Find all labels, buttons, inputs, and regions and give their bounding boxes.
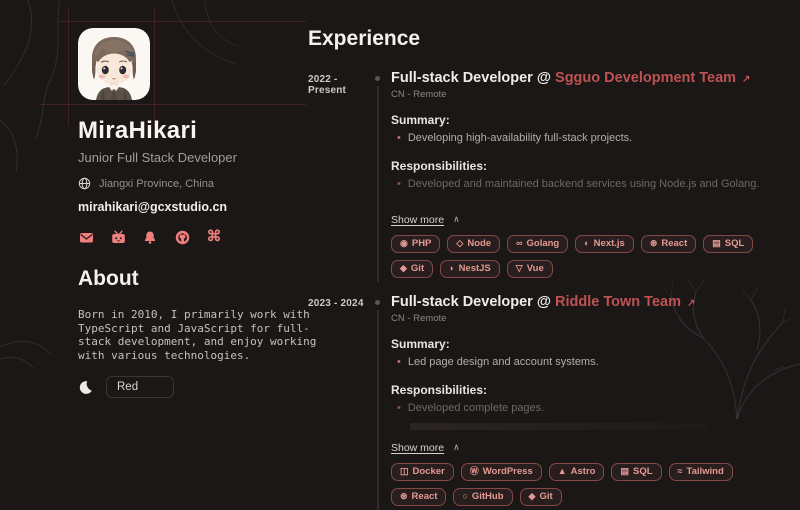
company-link[interactable]: Sgguo Development Team (555, 70, 736, 86)
profile-name: MiraHikari (78, 117, 310, 145)
timeline (368, 70, 388, 278)
chevron-up-icon: ∧ (453, 214, 460, 225)
company-link[interactable]: Riddle Town Team (555, 294, 681, 310)
profile-location: Jiangxi Province, China (99, 178, 214, 190)
command-icon[interactable]: ⌘ (206, 229, 222, 245)
git-icon: ◆ (529, 492, 536, 501)
avatar (78, 28, 150, 100)
timeline (368, 294, 388, 506)
show-more-toggle[interactable]: Show more ∧ (391, 214, 460, 226)
job-location: CN - Remote (391, 313, 790, 324)
bell-icon[interactable] (142, 229, 158, 245)
summary-label: Summary: (391, 337, 790, 351)
astro-icon: ▲ (558, 467, 567, 476)
node-icon: ◇ (456, 239, 463, 248)
show-more-toggle[interactable]: Show more ∧ (391, 442, 460, 454)
tag-react[interactable]: ⊛React (641, 235, 696, 253)
experience-entry: 2023 - 2024 Full-stack Developer @ Riddl… (308, 294, 790, 506)
sql-icon: ▤ (620, 467, 629, 476)
react-icon: ⊛ (400, 492, 408, 501)
external-link-icon: ↗ (742, 74, 750, 85)
bullet-icon: • (397, 132, 401, 146)
responsibility-item: • Developed and maintained backend servi… (391, 178, 790, 192)
about-text: Born in 2010, I primarily work with Type… (78, 308, 325, 362)
tag-list: ◫Docker ⓌWordPress ▲Astro ▤SQL ≈Tailwind ⊛Rea… (391, 463, 759, 506)
mail-icon[interactable] (78, 229, 94, 245)
profile-sidebar: MiraHikari Junior Full Stack Developer J… (0, 0, 310, 419)
tag-react[interactable]: ⊛React (391, 488, 446, 506)
bullet-icon: • (397, 402, 401, 416)
about-heading: About (78, 267, 310, 291)
job-title: Full-stack Developer @ Riddle Town Team↗ (391, 294, 790, 311)
tag-astro[interactable]: ▲Astro (549, 463, 605, 481)
git-icon: ◆ (400, 264, 407, 273)
nextjs-icon: ◐ (584, 239, 589, 248)
moon-icon[interactable] (78, 380, 93, 395)
theme-select[interactable]: Red (106, 376, 174, 398)
tag-next-js[interactable]: ◐Next.js (575, 235, 634, 253)
faded-content-hint (410, 423, 710, 430)
tag-nestjs[interactable]: ◗NestJS (440, 260, 500, 278)
summary-item: • Developing high-availability full-stac… (391, 132, 790, 146)
tag-tailwind[interactable]: ≈Tailwind (669, 463, 733, 481)
tag-php[interactable]: ◉PHP (391, 235, 440, 253)
php-icon: ◉ (400, 239, 408, 248)
job-location: CN - Remote (391, 89, 790, 100)
crop-mark-bottom (40, 104, 306, 105)
react-icon: ⊛ (650, 239, 658, 248)
tag-wordpress[interactable]: ⓌWordPress (461, 463, 542, 481)
tag-github[interactable]: ○GitHub (453, 488, 512, 506)
entry-period: 2022 - Present (308, 70, 368, 278)
golang-icon: ∞ (516, 239, 522, 248)
summary-item: • Led page design and account systems. (391, 356, 790, 370)
tag-list: ◉PHP ◇Node ∞Golang ◐Next.js ⊛React ▤SQL ◆Git ◗N… (391, 235, 759, 278)
tailwind-icon: ≈ (678, 467, 683, 476)
experience-entry: 2022 - Present Full-stack Developer @ Sg… (308, 70, 790, 278)
timeline-line (377, 310, 379, 510)
tag-sql[interactable]: ▤SQL (703, 235, 753, 253)
crop-mark-top (58, 21, 306, 22)
tag-node[interactable]: ◇Node (447, 235, 500, 253)
wordpress-icon: Ⓦ (470, 467, 479, 476)
responsibility-item: • Developed complete pages. (391, 402, 790, 416)
bilibili-icon[interactable] (110, 229, 126, 245)
nestjs-icon: ◗ (449, 264, 454, 273)
responsibilities-label: Responsibilities: (391, 159, 790, 173)
tag-vue[interactable]: ▽Vue (507, 260, 553, 278)
globe-icon (78, 177, 91, 190)
email-link[interactable]: mirahikari@gcxstudio.cn (78, 200, 227, 214)
experience-section: Experience 2022 - Present Full-stack Dev… (300, 0, 800, 419)
tag-golang[interactable]: ∞Golang (507, 235, 568, 253)
bullet-icon: • (397, 178, 401, 192)
sql-icon: ▤ (712, 239, 721, 248)
vue-icon: ▽ (516, 264, 523, 273)
summary-label: Summary: (391, 113, 790, 127)
chevron-up-icon: ∧ (453, 442, 460, 453)
responsibilities-label: Responsibilities: (391, 383, 790, 397)
timeline-dot (375, 76, 380, 81)
crop-mark-right (154, 8, 155, 126)
profile-title: Junior Full Stack Developer (78, 150, 310, 165)
tag-git[interactable]: ◆Git (391, 260, 433, 278)
github-icon: ○ (462, 492, 467, 501)
timeline-dot (375, 300, 380, 305)
github-icon[interactable] (174, 229, 190, 245)
tag-git[interactable]: ◆Git (520, 488, 562, 506)
docker-icon: ◫ (400, 467, 409, 476)
bullet-icon: • (397, 356, 401, 370)
experience-heading: Experience (308, 27, 790, 51)
external-link-icon: ↗ (687, 298, 695, 309)
tag-docker[interactable]: ◫Docker (391, 463, 454, 481)
theme-select-value: Red (117, 381, 138, 393)
crop-mark-left (68, 8, 69, 126)
tag-sql[interactable]: ▤SQL (611, 463, 661, 481)
job-title: Full-stack Developer @ Sgguo Development… (391, 70, 790, 87)
timeline-line (377, 86, 379, 282)
social-links: ⌘ (78, 229, 310, 245)
